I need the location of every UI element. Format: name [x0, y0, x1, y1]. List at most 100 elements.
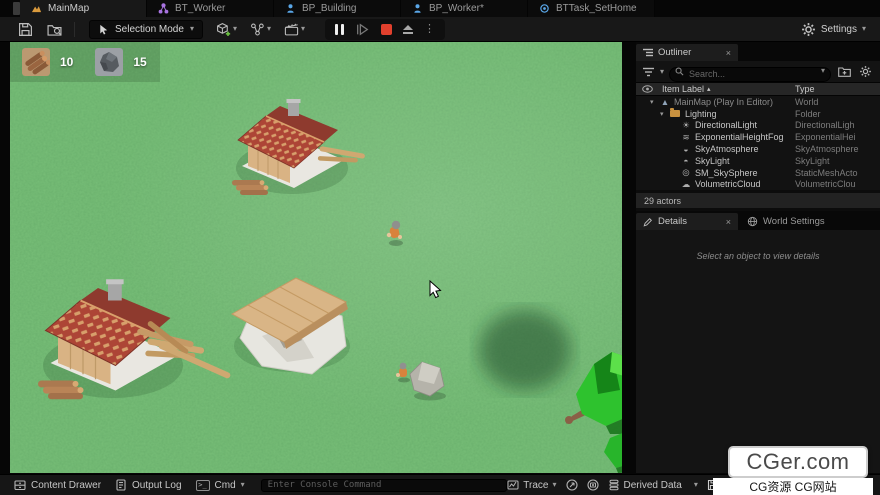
column-item-label[interactable]: Item Label	[662, 84, 704, 94]
add-actor-button[interactable]: ▾	[216, 22, 237, 37]
outliner-row-skysphere[interactable]: ◎ SM_SkySphere StaticMeshActo	[636, 167, 880, 179]
details-tab-label: Details	[658, 216, 687, 227]
output-log-button[interactable]: Output Log	[115, 479, 181, 491]
selection-mode-dropdown[interactable]: Selection Mode ▾	[89, 20, 203, 39]
outliner-row-mainmap[interactable]: ▾ ▲ MainMap (Play In Editor) World	[636, 96, 880, 108]
derived-data-icon	[608, 479, 620, 491]
search-input[interactable]	[669, 67, 831, 82]
world-icon: ▲	[659, 98, 671, 107]
fog-icon: ≋	[680, 133, 692, 142]
settings-label: Settings	[821, 24, 857, 35]
content-drawer-button[interactable]: Content Drawer	[14, 479, 101, 491]
pause-button[interactable]	[335, 24, 344, 35]
chevron-down-icon: ▾	[301, 25, 305, 33]
stone-resource: 15	[95, 48, 168, 76]
viewport[interactable]: 10 15	[10, 42, 622, 473]
expand-arrow[interactable]: ▾	[650, 98, 659, 106]
blueprints-button[interactable]: ▾	[250, 22, 271, 37]
blueprint-icon	[285, 3, 296, 14]
frame-skip-button[interactable]	[355, 22, 370, 37]
blueprint-icon	[412, 3, 423, 14]
outliner-settings-button[interactable]	[857, 64, 873, 80]
chevron-down-icon: ▾	[694, 481, 698, 489]
browse-content-icon[interactable]	[47, 22, 62, 37]
chevron-down-icon[interactable]: ▾	[660, 68, 664, 76]
close-icon[interactable]: ×	[726, 48, 731, 58]
chevron-down-icon: ▾	[552, 481, 556, 489]
chevron-down-icon: ▾	[267, 25, 271, 33]
settings-dropdown[interactable]: Settings ▾	[801, 22, 866, 37]
column-type[interactable]: Type	[795, 84, 815, 94]
derived-data-dropdown[interactable]: Derived Data ▾	[608, 479, 698, 491]
app-icon-strip	[13, 2, 20, 15]
tab-bp-worker[interactable]: BP_Worker*	[401, 0, 528, 17]
screenshot-icon[interactable]	[587, 479, 599, 491]
console-command-input[interactable]	[261, 479, 507, 492]
details-panel: Details × World Settings Select an objec…	[636, 211, 880, 473]
watermark-subtitle: CG资源 CG网站	[749, 478, 836, 495]
skylight-icon: ◓	[680, 157, 692, 166]
chevron-down-icon: ▾	[233, 25, 237, 33]
expand-arrow[interactable]: ▾	[660, 110, 669, 118]
wood-resource: 10	[22, 48, 95, 76]
tab-mainmap[interactable]: MainMap	[20, 0, 147, 17]
play-controls: ⋮	[325, 19, 445, 40]
wood-icon	[22, 48, 50, 76]
details-body: Select an object to view details	[636, 230, 880, 473]
more-options-icon[interactable]: ⋮	[424, 24, 435, 35]
outliner-row-skyatmosphere[interactable]: ◒ SkyAtmosphere SkyAtmosphere	[636, 143, 880, 155]
outliner-tab-strip: Outliner ×	[636, 42, 880, 61]
tab-label: MainMap	[48, 3, 89, 14]
insights-icon[interactable]	[566, 479, 578, 491]
pencil-icon	[643, 217, 653, 227]
gear-icon	[859, 65, 872, 78]
chevron-down-icon[interactable]: ▾	[821, 66, 825, 75]
outliner-row-lighting[interactable]: ▾ Lighting Folder	[636, 108, 880, 120]
tab-bp-building[interactable]: BP_Building	[274, 0, 401, 17]
folder-plus-icon	[838, 66, 851, 77]
details-empty-message: Select an object to view details	[696, 251, 819, 261]
sort-ascending-icon: ▴	[707, 85, 711, 93]
eject-button[interactable]	[403, 25, 413, 34]
outliner-row-directionallight[interactable]: ☀ DirectionalLight DirectionalLigh	[636, 120, 880, 132]
tab-details[interactable]: Details ×	[636, 213, 738, 230]
chevron-down-icon: ▾	[190, 25, 194, 33]
unreal-editor-window: MainMap BT_Worker BP_Building BP_Worker*…	[0, 0, 880, 495]
trace-dropdown[interactable]: Trace ▾	[507, 479, 556, 491]
stop-button[interactable]	[381, 24, 392, 35]
close-icon[interactable]: ×	[726, 217, 731, 227]
outliner-search: ▾	[669, 64, 831, 79]
tab-bttask-sethome[interactable]: BTTask_SetHome	[528, 0, 655, 17]
outliner-tree: ▾ ▲ MainMap (Play In Editor) World ▾ Lig…	[636, 96, 880, 190]
asset-tab-bar: MainMap BT_Worker BP_Building BP_Worker*…	[0, 0, 880, 17]
cinematics-button[interactable]: ▾	[284, 22, 305, 37]
create-folder-button[interactable]	[836, 64, 852, 80]
outliner-row-volumetriccloud[interactable]: ☁ VolumetricCloud VolumetricClou	[636, 179, 880, 191]
outliner-column-header[interactable]: Item Label ▴ Type	[636, 82, 880, 96]
sun-icon: ☀	[680, 121, 692, 130]
save-icon[interactable]	[18, 22, 33, 37]
actor-count: 29 actors	[644, 196, 681, 206]
tab-label: BP_Worker*	[429, 3, 484, 14]
outliner-row-skylight[interactable]: ◓ SkyLight SkyLight	[636, 155, 880, 167]
search-icon	[675, 67, 684, 76]
main-toolbar: Selection Mode ▾ ▾ ▾ ▾ ⋮ Settings ▾	[0, 17, 880, 42]
filter-icon[interactable]	[643, 67, 655, 77]
tab-label: BT_Worker	[175, 3, 225, 14]
tab-label: BP_Building	[302, 3, 356, 14]
tab-world-settings[interactable]: World Settings	[740, 213, 832, 230]
gear-icon	[801, 22, 816, 37]
stone-count: 15	[133, 55, 146, 69]
output-log-icon	[115, 479, 127, 491]
outliner-toolbar: ▾ ▾	[636, 61, 880, 82]
atmosphere-icon: ◒	[680, 145, 692, 154]
cmd-dropdown[interactable]: >_ Cmd ▾	[196, 480, 245, 491]
world-settings-tab-label: World Settings	[763, 216, 825, 227]
tab-bt-worker[interactable]: BT_Worker	[147, 0, 274, 17]
folder-icon	[670, 110, 680, 117]
outliner-tab-label: Outliner	[658, 47, 691, 58]
wood-count: 10	[60, 55, 73, 69]
stone-icon	[95, 48, 123, 76]
tab-outliner[interactable]: Outliner ×	[636, 44, 738, 61]
outliner-row-exponentialheightfog[interactable]: ≋ ExponentialHeightFog ExponentialHei	[636, 131, 880, 143]
